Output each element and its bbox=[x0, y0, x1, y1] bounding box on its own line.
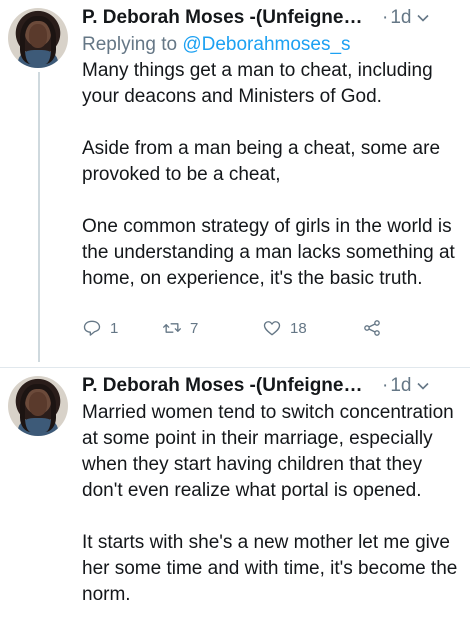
tweet[interactable]: P. Deborah Moses -(Unfeigned ... · 1d Ma… bbox=[82, 372, 462, 608]
retweet-count: 7 bbox=[190, 319, 199, 337]
tweet-header: P. Deborah Moses -(Unfeigned ... · 1d bbox=[82, 372, 462, 400]
tweet-paragraph: Married women tend to switch concentrati… bbox=[82, 402, 454, 501]
author-name[interactable]: P. Deborah Moses -(Unfeigned ... bbox=[82, 375, 374, 397]
tweet[interactable]: P. Deborah Moses -(Unfeigned ... · 1d Re… bbox=[0, 0, 470, 370]
like-button[interactable]: 18 bbox=[262, 318, 362, 338]
tweet-text: Many things get a man to cheat, includin… bbox=[82, 58, 462, 292]
tweet-actions: 1 7 18 bbox=[82, 316, 462, 340]
like-count: 18 bbox=[290, 319, 307, 337]
tweet-thread: P. Deborah Moses -(Unfeigned ... · 1d Re… bbox=[0, 0, 470, 626]
tweet-paragraph: One common strategy of girls in the worl… bbox=[82, 216, 455, 289]
replying-to-label: Replying to bbox=[82, 34, 178, 55]
timestamp[interactable]: 1d bbox=[390, 375, 411, 397]
retweet-icon bbox=[163, 323, 181, 333]
avatar[interactable] bbox=[8, 8, 68, 68]
timestamp[interactable]: 1d bbox=[390, 7, 411, 29]
chevron-down-icon[interactable] bbox=[417, 380, 430, 392]
reply-count: 1 bbox=[110, 319, 119, 337]
retweet-button[interactable]: 7 bbox=[162, 318, 262, 338]
tweet-header: P. Deborah Moses -(Unfeigned ... · 1d bbox=[82, 4, 462, 32]
tweet-paragraph: Many things get a man to cheat, includin… bbox=[82, 60, 433, 107]
tweet-paragraph: It starts with she's a new mother let me… bbox=[82, 532, 458, 605]
share-button[interactable] bbox=[362, 318, 382, 338]
reply-handle-link[interactable]: @Deborahmoses_s bbox=[182, 34, 350, 55]
chevron-down-icon[interactable] bbox=[417, 12, 430, 24]
avatar[interactable] bbox=[8, 376, 68, 436]
reply-button[interactable]: 1 bbox=[82, 318, 162, 338]
tweet-text: Married women tend to switch concentrati… bbox=[82, 400, 462, 608]
heart-icon bbox=[263, 321, 281, 336]
share-icon bbox=[364, 320, 380, 336]
tweet-divider bbox=[0, 367, 470, 368]
separator-dot: · bbox=[382, 7, 389, 28]
tweet-paragraph: Aside from a man being a cheat, some are… bbox=[82, 138, 441, 185]
reply-icon bbox=[83, 320, 101, 336]
author-name[interactable]: P. Deborah Moses -(Unfeigned ... bbox=[82, 7, 374, 29]
separator-dot: · bbox=[382, 375, 389, 396]
replying-to: Replying to @Deborahmoses_s bbox=[82, 32, 462, 58]
